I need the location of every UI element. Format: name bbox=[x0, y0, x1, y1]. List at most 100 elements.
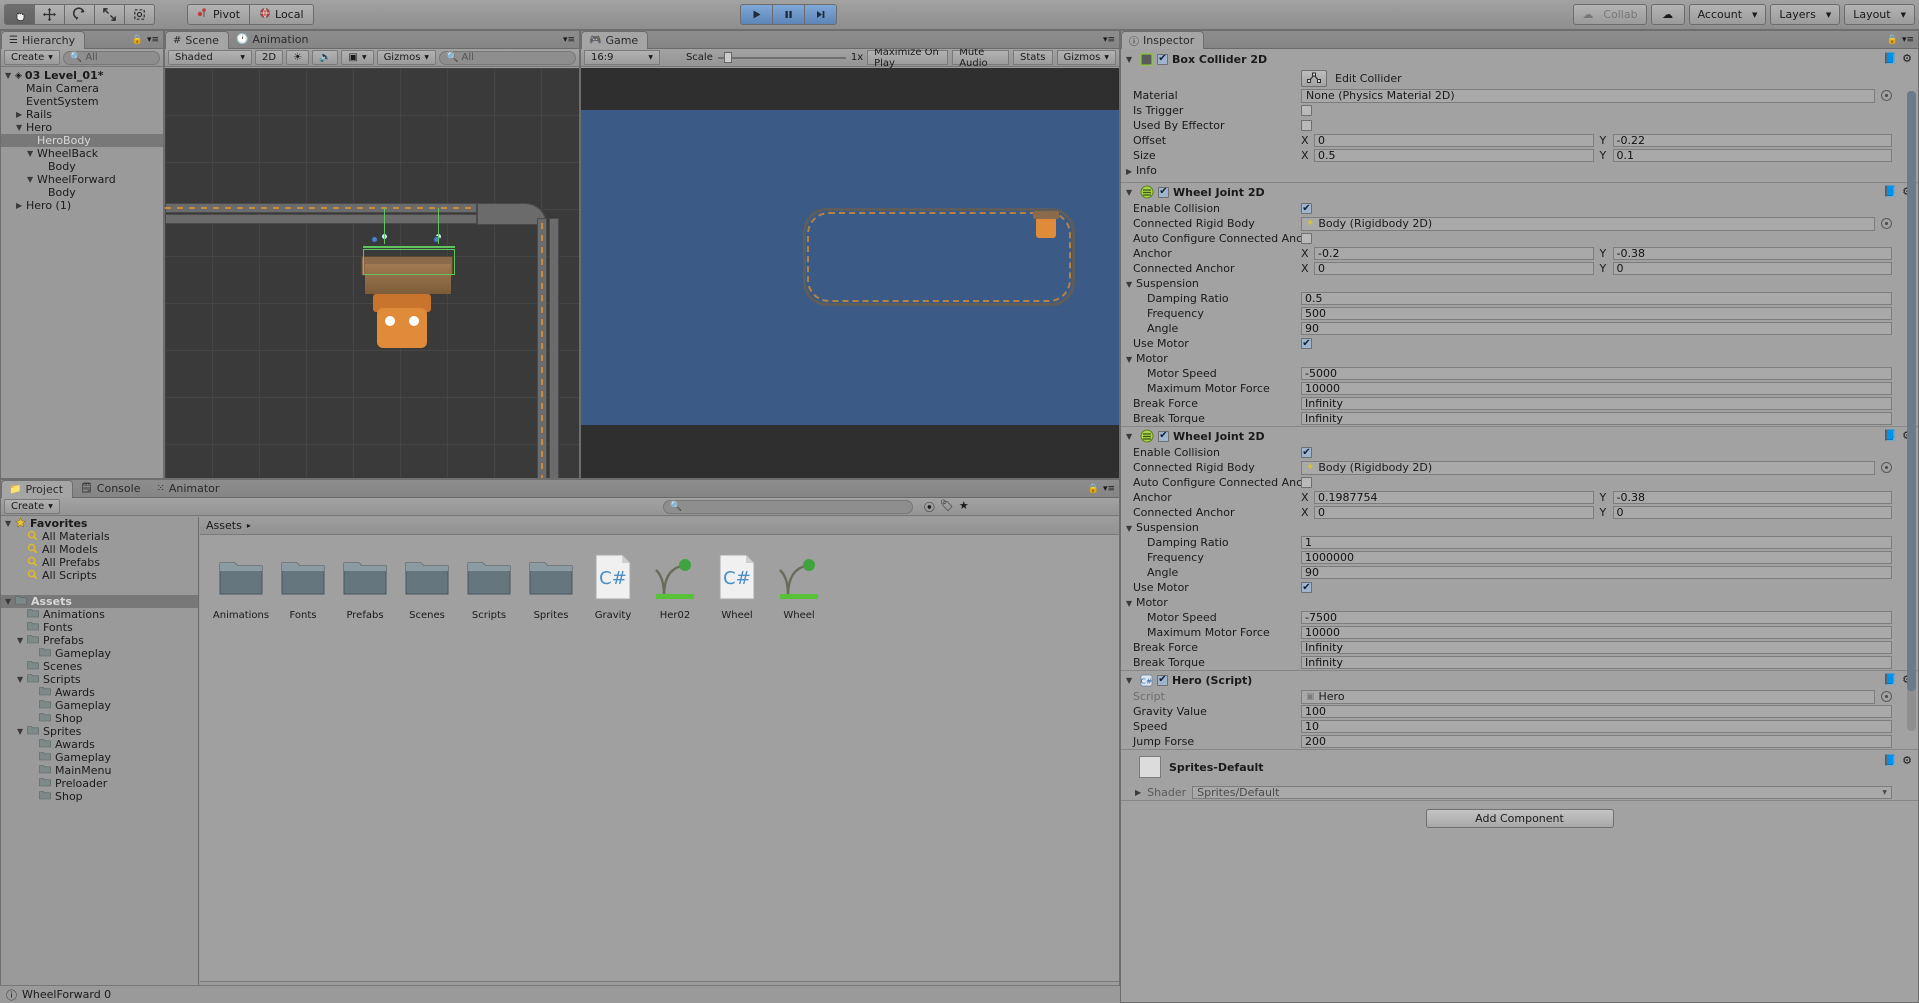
chevron-down-icon[interactable]: ▼ bbox=[17, 727, 27, 736]
hierarchy-item-hero-1[interactable]: ▶ Hero (1) bbox=[1, 199, 163, 212]
panel-menu-icon[interactable]: ▾≡ bbox=[1902, 35, 1914, 45]
break-force-input[interactable]: Infinity bbox=[1301, 641, 1892, 654]
gear-icon[interactable]: ⚙ bbox=[1902, 754, 1912, 767]
project-tree-item-mainmenu[interactable]: MainMenu bbox=[1, 764, 198, 777]
component-header[interactable]: ▼Box Collider 2D📘⚙ bbox=[1121, 50, 1918, 68]
shader-foldout-icon[interactable]: ▶ bbox=[1135, 788, 1141, 797]
lighting-toggle-button[interactable]: ☀ bbox=[286, 50, 310, 65]
chevron-down-icon[interactable]: ▼ bbox=[1126, 188, 1136, 197]
anchor-x-input[interactable]: -0.2 bbox=[1314, 247, 1594, 260]
2d-toggle-button[interactable]: 2D bbox=[255, 50, 284, 65]
angle-input[interactable]: 90 bbox=[1301, 566, 1892, 579]
connected-rigid-body-object-field[interactable]: ✦ Body (Rigidbody 2D) bbox=[1301, 216, 1875, 231]
motor-speed-input[interactable]: -5000 bbox=[1301, 367, 1892, 380]
add-component-button[interactable]: Add Component bbox=[1425, 809, 1614, 828]
hierarchy-item-hero[interactable]: ▼ Hero bbox=[1, 121, 163, 134]
project-tree-item-animations[interactable]: Animations bbox=[1, 608, 198, 621]
is-trigger-checkbox[interactable] bbox=[1301, 105, 1312, 116]
chevron-down-icon[interactable]: ▼ bbox=[16, 123, 26, 132]
breadcrumb-label[interactable]: Assets bbox=[206, 519, 242, 532]
aspect-ratio-dropdown[interactable]: 16:9 ▼ bbox=[584, 50, 660, 65]
tab-console[interactable]: 🗒 Console bbox=[73, 479, 149, 497]
layout-dropdown[interactable]: Layout ▼ bbox=[1844, 4, 1915, 25]
use-motor-checkbox[interactable] bbox=[1301, 582, 1312, 593]
project-create-button[interactable]: Create ▼ bbox=[4, 499, 60, 514]
chevron-down-icon[interactable]: ▼ bbox=[1126, 432, 1136, 441]
cloud-services-button[interactable]: ☁ bbox=[1650, 4, 1685, 25]
asset-item[interactable]: Animations bbox=[210, 550, 272, 621]
tab-project[interactable]: 📁 Project bbox=[1, 480, 74, 498]
project-tree-item-fonts[interactable]: Fonts bbox=[1, 621, 198, 634]
inspector-scrollbar-thumb[interactable] bbox=[1907, 91, 1916, 691]
project-tree-item-assets[interactable]: ▼ Assets bbox=[1, 595, 198, 608]
asset-item[interactable]: Her02 bbox=[644, 550, 706, 621]
gear-icon[interactable]: ⚙ bbox=[1902, 52, 1912, 65]
hierarchy-item-eventsystem[interactable]: EventSystem bbox=[1, 95, 163, 108]
play-button[interactable] bbox=[740, 4, 773, 25]
asset-item[interactable]: Fonts bbox=[272, 550, 334, 621]
gizmo-joint-left[interactable] bbox=[371, 236, 378, 243]
connected-anchor-y-input[interactable]: 0 bbox=[1612, 262, 1892, 275]
asset-item[interactable]: Scenes bbox=[396, 550, 458, 621]
local-toggle-button[interactable]: Local bbox=[249, 4, 314, 25]
panel-menu-icon[interactable]: ▾≡ bbox=[1103, 35, 1115, 45]
break-torque-input[interactable]: Infinity bbox=[1301, 412, 1892, 425]
rotate-tool-button[interactable] bbox=[64, 4, 95, 25]
chevron-down-icon[interactable]: ▼ bbox=[1126, 280, 1136, 289]
scale-slider[interactable] bbox=[717, 51, 846, 63]
frequency-input[interactable]: 1000000 bbox=[1301, 551, 1892, 564]
offset-x-input[interactable]: 0 bbox=[1314, 134, 1594, 147]
offset-y-input[interactable]: -0.22 bbox=[1612, 134, 1892, 147]
break-force-input[interactable]: Infinity bbox=[1301, 397, 1892, 410]
anchor-x-input[interactable]: 0.1987754 bbox=[1314, 491, 1594, 504]
connected-anchor-x-input[interactable]: 0 bbox=[1314, 506, 1594, 519]
hierarchy-search-input[interactable]: 🔍 All bbox=[62, 50, 160, 65]
hierarchy-item-wheelback[interactable]: ▼ WheelBack bbox=[1, 147, 163, 160]
tab-animation[interactable]: 🕐 Animation bbox=[229, 30, 318, 48]
auto-configure-connected-anchor-checkbox[interactable] bbox=[1301, 477, 1312, 488]
pause-button[interactable] bbox=[772, 4, 805, 25]
help-icon[interactable]: 📘 bbox=[1883, 429, 1897, 442]
chevron-down-icon[interactable]: ▼ bbox=[1126, 524, 1136, 533]
lock-icon[interactable]: 🔒 bbox=[1088, 484, 1099, 494]
tab-inspector[interactable]: ⓘ Inspector bbox=[1121, 31, 1205, 49]
project-tree-item-scripts[interactable]: ▼ Scripts bbox=[1, 673, 198, 686]
damping-ratio-input[interactable]: 1 bbox=[1301, 536, 1892, 549]
chevron-down-icon[interactable]: ▼ bbox=[1126, 355, 1136, 364]
filter-label-icon[interactable]: 🏷 bbox=[940, 499, 954, 515]
hierarchy-item-rails[interactable]: ▶ Rails bbox=[1, 108, 163, 121]
pivot-toggle-button[interactable]: Pivot bbox=[187, 4, 251, 25]
script-object-picker[interactable] bbox=[1881, 691, 1892, 702]
move-tool-button[interactable] bbox=[34, 4, 65, 25]
project-tree-item-prefabs[interactable]: ▼ Prefabs bbox=[1, 634, 198, 647]
size-x-input[interactable]: 0.5 bbox=[1314, 149, 1594, 162]
enable-collision-checkbox[interactable] bbox=[1301, 447, 1312, 458]
project-tree-item-favorites[interactable]: ▼ Favorites bbox=[1, 517, 198, 530]
panel-menu-icon[interactable]: ▾≡ bbox=[1103, 484, 1115, 494]
chevron-down-icon[interactable]: ▼ bbox=[27, 175, 37, 184]
anchor-y-input[interactable]: -0.38 bbox=[1612, 491, 1892, 504]
maximize-on-play-button[interactable]: Maximize On Play bbox=[867, 47, 949, 69]
frequency-input[interactable]: 500 bbox=[1301, 307, 1892, 320]
component-enabled-checkbox[interactable] bbox=[1158, 186, 1169, 198]
project-tree-item-all-scripts[interactable]: All Scripts bbox=[1, 569, 198, 582]
angle-input[interactable]: 90 bbox=[1301, 322, 1892, 335]
edit-collider-button[interactable] bbox=[1301, 69, 1327, 87]
help-icon[interactable]: 📘 bbox=[1883, 185, 1897, 198]
stats-button[interactable]: Stats bbox=[1012, 50, 1053, 65]
hierarchy-item-main-camera[interactable]: Main Camera bbox=[1, 82, 163, 95]
asset-item[interactable]: C# Gravity bbox=[582, 550, 644, 621]
asset-item[interactable]: Sprites bbox=[520, 550, 582, 621]
connected-rigid-body-object-picker[interactable] bbox=[1881, 218, 1892, 229]
panel-menu-icon[interactable]: ▾≡ bbox=[147, 35, 159, 45]
material-object-picker[interactable] bbox=[1881, 90, 1892, 101]
hierarchy-create-button[interactable]: Create ▼ bbox=[4, 50, 60, 65]
project-tree-item-all-models[interactable]: All Models bbox=[1, 543, 198, 556]
component-enabled-checkbox[interactable] bbox=[1158, 430, 1169, 442]
hierarchy-item-body[interactable]: Body bbox=[1, 186, 163, 199]
tab-animator[interactable]: ⁙ Animator bbox=[149, 479, 228, 497]
project-tree-item-gameplay[interactable]: Gameplay bbox=[1, 699, 198, 712]
motor-speed-input[interactable]: -7500 bbox=[1301, 611, 1892, 624]
project-tree-item-gameplay[interactable]: Gameplay bbox=[1, 647, 198, 660]
size-y-input[interactable]: 0.1 bbox=[1612, 149, 1892, 162]
